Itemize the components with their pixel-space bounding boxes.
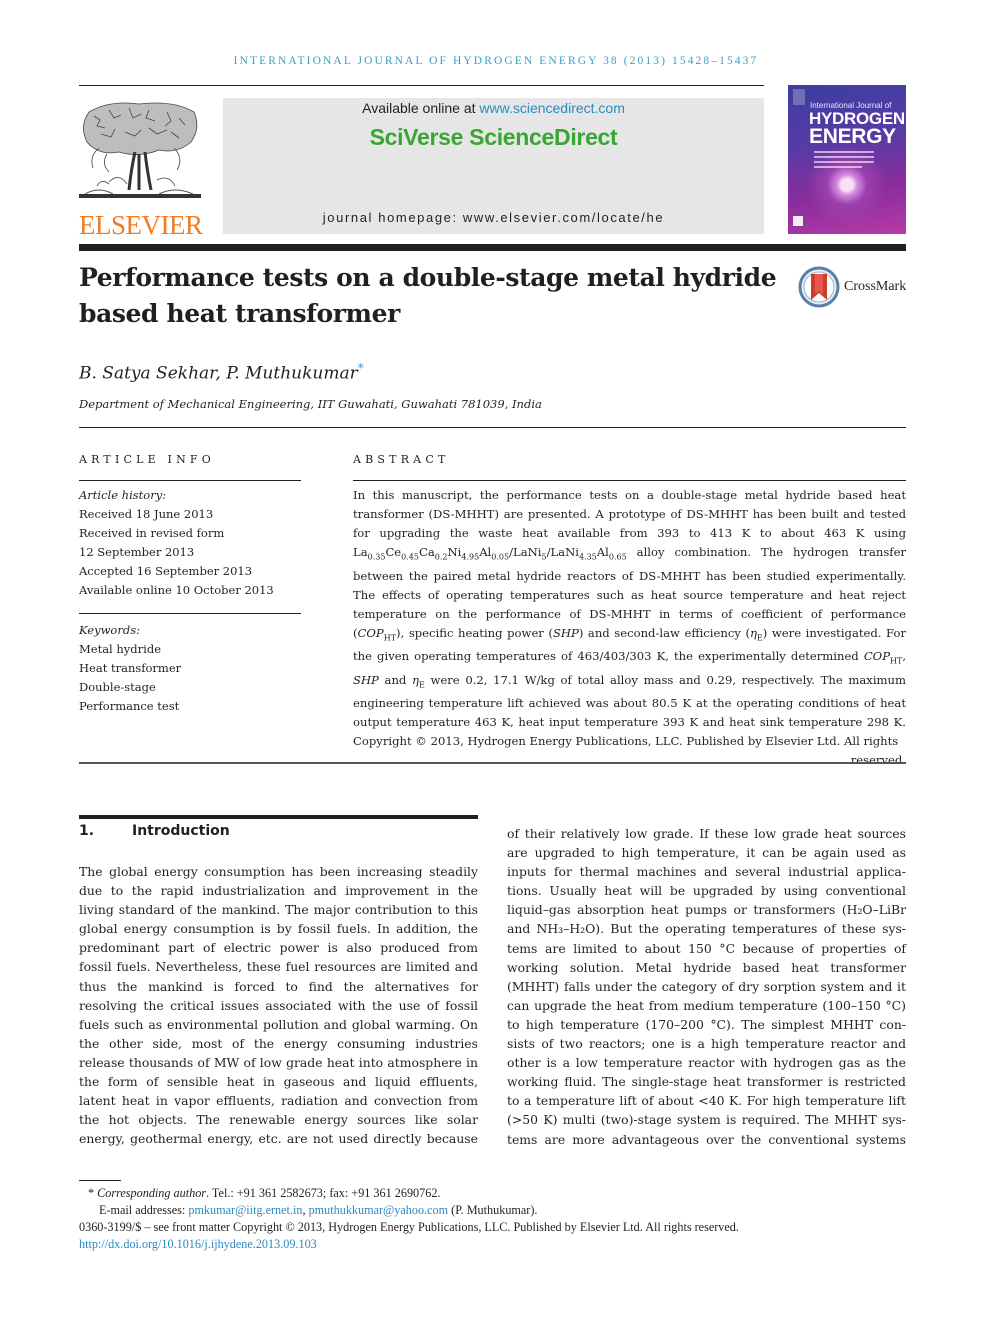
body-line: of their relatively low grade. If these … xyxy=(507,826,906,841)
abstract-body: In this manuscript, the performance test… xyxy=(353,488,906,768)
body-line: tems are more advantageous over the conv… xyxy=(507,1131,906,1147)
cover-elsevier-badge xyxy=(793,89,805,105)
sciverse-sciencedirect-logo[interactable]: SciVerse ScienceDirect xyxy=(223,124,764,151)
article-history-label: Article history: xyxy=(79,488,167,502)
body-line: predominant part of electric power is al… xyxy=(79,940,478,956)
body-line: are upgraded to high temperature, it can… xyxy=(507,845,906,861)
article-info-heading: ARTICLE INFO xyxy=(79,453,215,466)
body-line: The global energy consumption has been i… xyxy=(79,864,478,879)
body-line: (MHHT) falls under the category of dry s… xyxy=(507,978,906,994)
section-heading-introduction: 1. Introduction xyxy=(79,823,230,839)
history-item: Available online 10 October 2013 xyxy=(79,583,274,597)
crossmark-icon xyxy=(798,266,840,308)
history-item: Received 18 June 2013 xyxy=(79,507,214,521)
body-line: working fluid. The single-stage heat tra… xyxy=(507,1074,906,1090)
divider xyxy=(79,762,906,764)
sciencedirect-banner: Available online at www.sciencedirect.co… xyxy=(223,98,764,234)
keyword: Performance test xyxy=(79,699,180,713)
article-history: Article history: Received 18 June 2013 R… xyxy=(79,486,301,600)
running-head: INTERNATIONAL JOURNAL OF HYDROGEN ENERGY… xyxy=(233,55,759,67)
footnotes: * Corresponding author. Tel.: +91 361 25… xyxy=(79,1185,909,1253)
body-line: (>50 K) multi (two)-stage system is requ… xyxy=(507,1112,906,1128)
divider xyxy=(79,480,301,481)
body-line: latent heat in vapor effluents, radiatio… xyxy=(79,1093,478,1109)
keyword: Heat transformer xyxy=(79,661,182,675)
sciencedirect-link[interactable]: www.sciencedirect.com xyxy=(479,100,625,116)
section-bar xyxy=(79,815,478,819)
body-line: fuels such as environmental pollution an… xyxy=(79,1016,478,1032)
keywords: Keywords: Metal hydride Heat transformer… xyxy=(79,621,301,716)
body-line: release thousands of MW of low grade hea… xyxy=(79,1054,478,1070)
body-line: thus the mankind is forced to find the a… xyxy=(79,978,478,994)
authors: B. Satya Sekhar, P. Muthukumar* xyxy=(79,361,364,384)
body-line: the other side, most of the energy consu… xyxy=(79,1035,478,1051)
elsevier-tree-icon xyxy=(79,98,201,206)
history-item: 12 September 2013 xyxy=(79,545,195,559)
body-line: to high temperature (170–200 °C). The si… xyxy=(507,1016,906,1032)
alloy-formula: La0.35Ce0.45Ca0.2Ni4.95Al0.05/LaNi5/LaNi… xyxy=(353,545,627,562)
body-line: sists of two reactors; one is a high tem… xyxy=(507,1036,906,1052)
journal-cover[interactable]: International Journal of HYDROGEN ENERGY xyxy=(788,85,906,234)
top-rule xyxy=(79,85,764,86)
body-line: resolving the critical issues associated… xyxy=(79,997,478,1013)
body-line: to a temperature lift of about <40 K. Fo… xyxy=(507,1093,906,1109)
crossmark-label: CrossMark xyxy=(844,279,907,294)
header-divider xyxy=(79,244,906,251)
corresponding-author-note: * Corresponding author. Tel.: +91 361 25… xyxy=(88,1186,441,1200)
email-addresses: E-mail addresses: pmkumar@iitg.ernet.in,… xyxy=(99,1203,538,1217)
body-line: and NH₃–H₂O). But the operating temperat… xyxy=(507,921,906,937)
cover-title: HYDROGEN ENERGY xyxy=(809,109,905,148)
body-line: due to the rapid industrialization and i… xyxy=(79,883,478,899)
cover-footer-logo xyxy=(793,216,803,226)
doi-link[interactable]: http://dx.doi.org/10.1016/j.ijhydene.201… xyxy=(79,1236,909,1253)
email-link[interactable]: pmkumar@iitg.ernet.in xyxy=(188,1203,302,1217)
keywords-label: Keywords: xyxy=(79,623,140,637)
body-line: liquid–gas absorption heat pumps or tran… xyxy=(507,902,906,918)
corresponding-author-mark[interactable]: * xyxy=(358,361,364,375)
elsevier-wordmark: ELSEVIER xyxy=(79,210,203,240)
body-line: the form of sensible heat in gaseous and… xyxy=(79,1074,478,1090)
journal-homepage[interactable]: journal homepage: www.elsevier.com/locat… xyxy=(223,210,764,225)
body-line: other is a low temperature reactor with … xyxy=(507,1055,906,1071)
available-online: Available online at www.sciencedirect.co… xyxy=(362,100,625,116)
cover-editors xyxy=(814,151,874,171)
body-column-left: The global energy consumption has been i… xyxy=(79,862,478,1148)
body-line: tems are limited to about 150 °C because… xyxy=(507,940,906,956)
body-line: fossil fuels. Nevertheless, these fuel r… xyxy=(79,959,478,975)
body-column-right: of their relatively low grade. If these … xyxy=(507,824,906,1149)
divider xyxy=(79,613,301,614)
body-line: energy, geothermal energy, etc. are not … xyxy=(79,1131,478,1147)
body-line: global energy consumption is by fossil f… xyxy=(79,921,478,937)
body-line: can upgrade the heat from medium tempera… xyxy=(507,997,906,1013)
body-line: working solution. Metal hydride based he… xyxy=(507,959,906,975)
divider xyxy=(353,480,906,481)
article-title: Performance tests on a double-stage meta… xyxy=(79,263,777,328)
keyword: Metal hydride xyxy=(79,642,161,656)
email-link[interactable]: pmuthukkumar@yahoo.com xyxy=(309,1203,449,1217)
history-item: Accepted 16 September 2013 xyxy=(79,564,253,578)
keyword: Double-stage xyxy=(79,680,156,694)
divider xyxy=(79,427,906,428)
body-line: living standard of the mankind. The majo… xyxy=(79,902,478,918)
body-line: tions. Usually heat will be upgraded by … xyxy=(507,883,906,899)
body-line: inputs for thermal machines and several … xyxy=(507,864,906,880)
crossmark-button[interactable]: CrossMark xyxy=(798,266,906,308)
elsevier-logo[interactable]: ELSEVIER xyxy=(79,98,203,240)
abstract-heading: ABSTRACT xyxy=(353,453,450,466)
history-item: Received in revised form xyxy=(79,526,225,540)
body-line: the hot objects. The renewable energy so… xyxy=(79,1112,478,1128)
copyright-line: 0360-3199/$ – see front matter Copyright… xyxy=(79,1220,739,1234)
footnote-rule xyxy=(79,1180,121,1181)
affiliation: Department of Mechanical Engineering, II… xyxy=(79,397,542,411)
